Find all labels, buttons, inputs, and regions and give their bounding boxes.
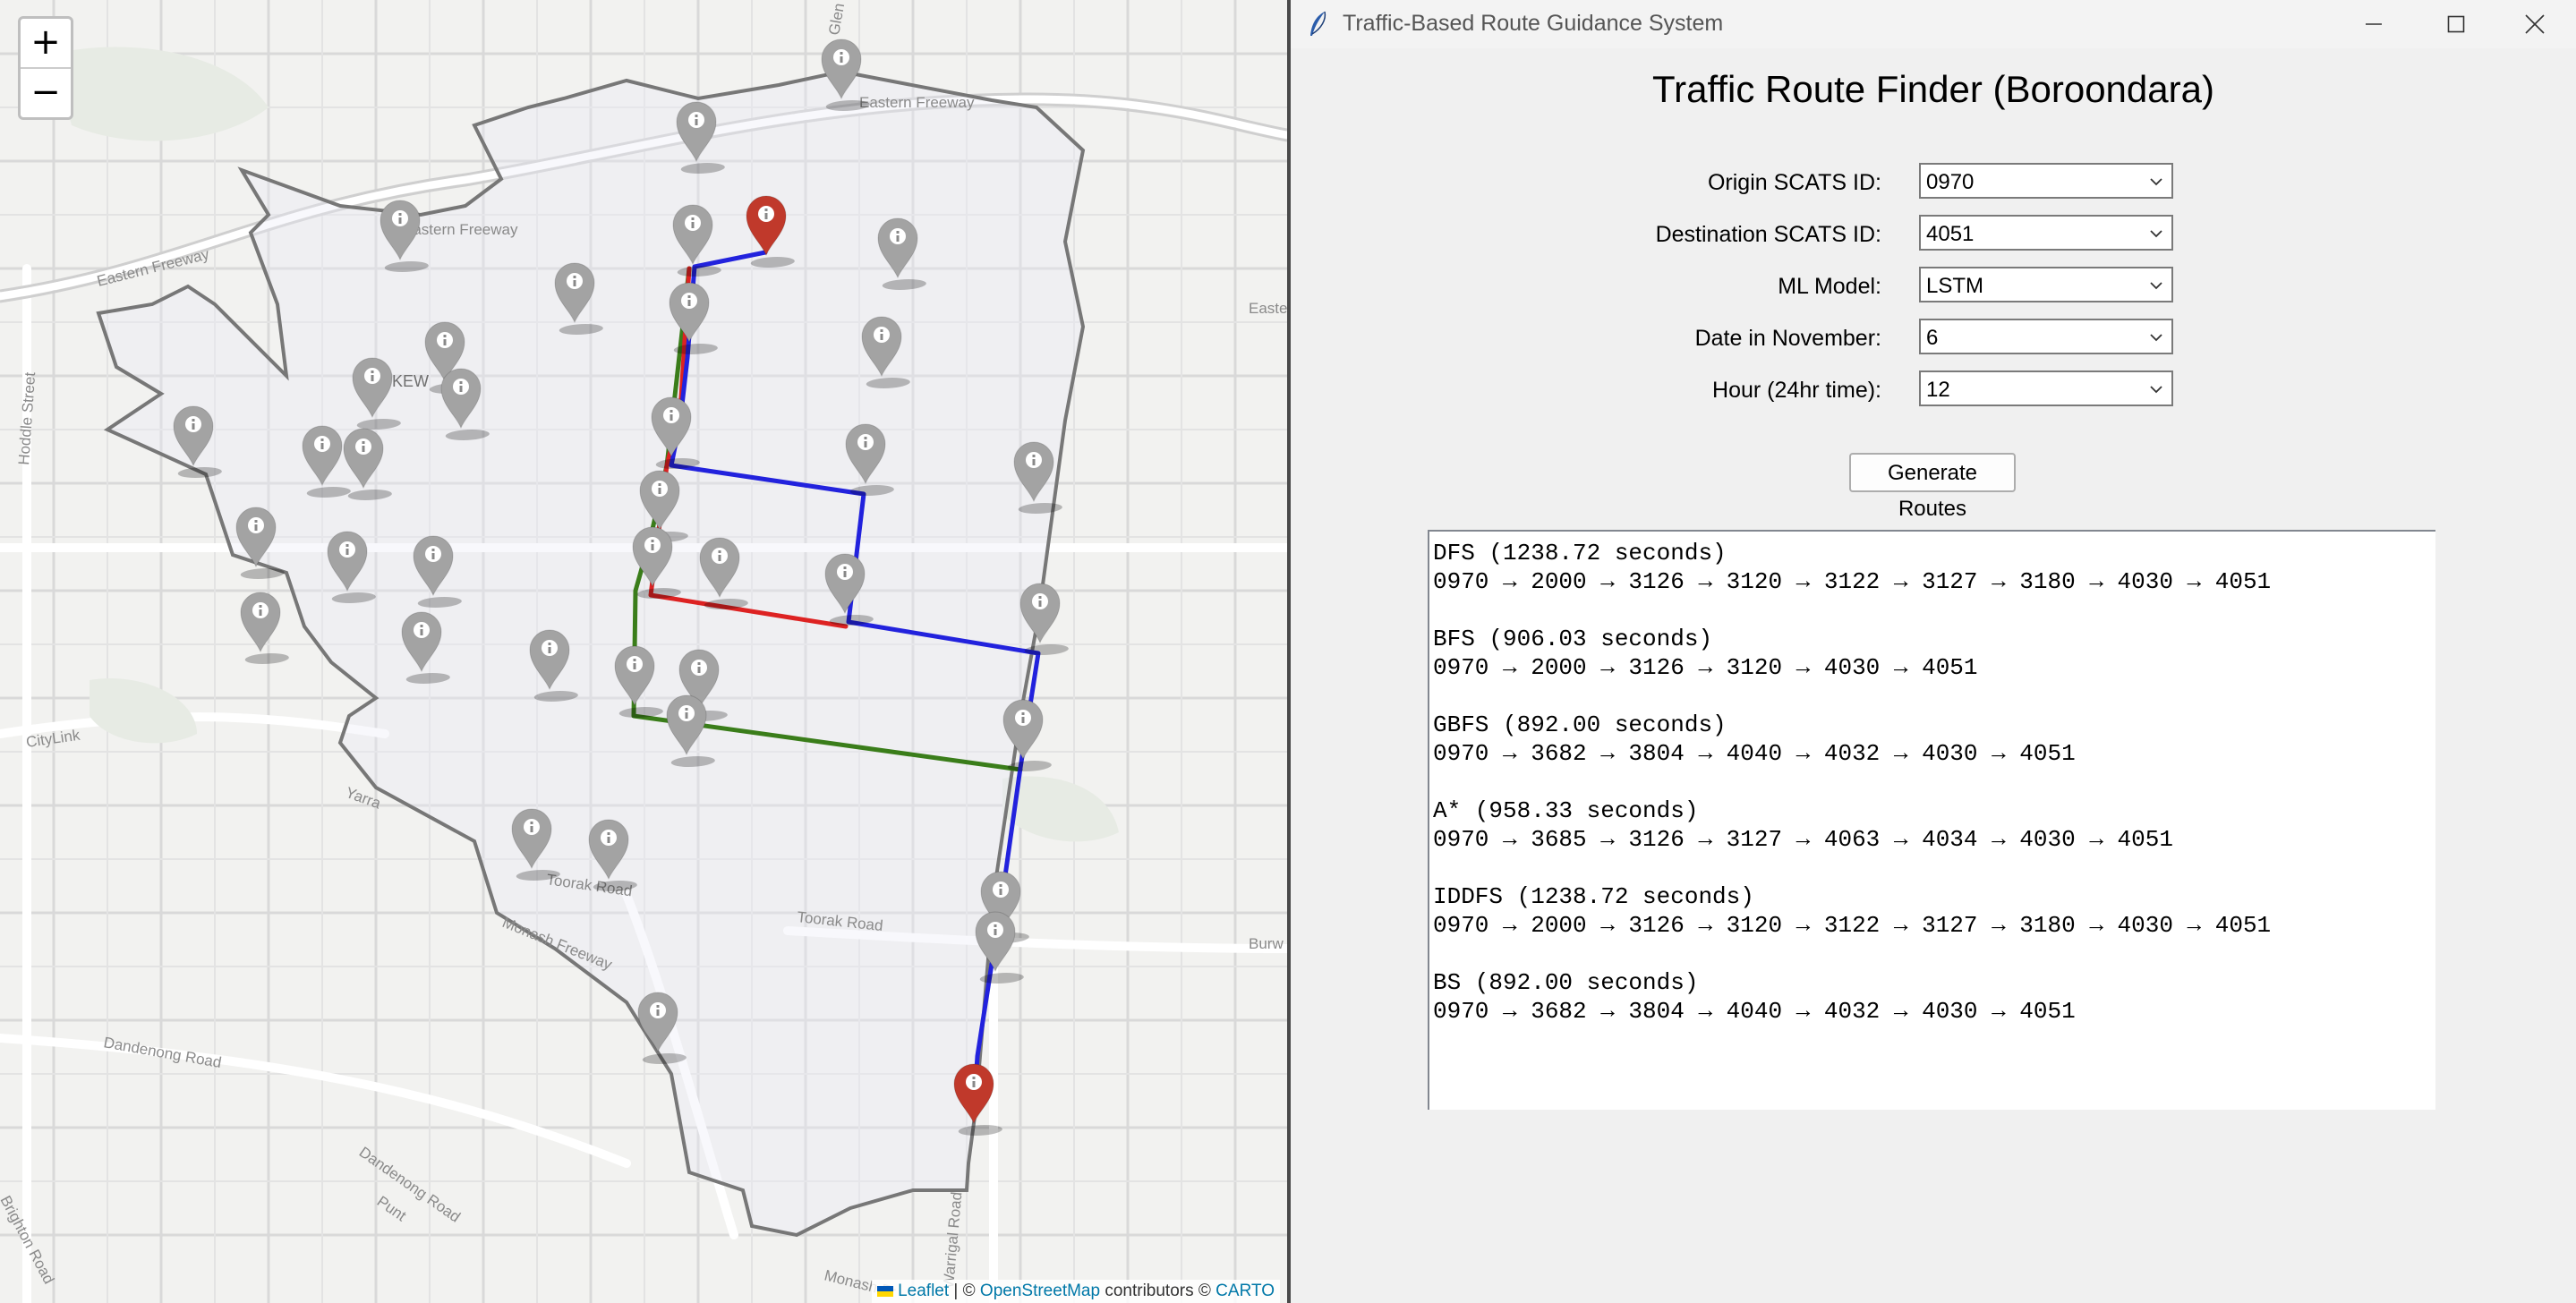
origin-row: Origin SCATS ID: 0970 (1291, 163, 2576, 202)
osm-link[interactable]: OpenStreetMap (980, 1282, 1100, 1300)
hour-label: Hour (24hr time): (1712, 378, 1881, 403)
generate-routes-button[interactable]: Generate Routes (1849, 453, 2016, 521)
result-path: 0970 → 2000 → 3126 → 3120 → 4030 → 4051 (1433, 654, 1978, 681)
close-button[interactable] (2494, 0, 2576, 48)
date-value: 6 (1926, 326, 1939, 350)
label-burwood: Burw (1249, 935, 1284, 952)
label-punt: Punt (374, 1193, 410, 1225)
zoom-out-button[interactable]: − (21, 67, 71, 117)
result-heading: IDDFS (1238.72 seconds) (1433, 883, 1754, 910)
result-block: IDDFS (1238.72 seconds) 0970 → 2000 → 312… (1433, 882, 2435, 940)
app-window: Traffic-Based Route Guidance System Traf… (1291, 0, 2576, 1303)
chevron-down-icon (2150, 178, 2162, 186)
destination-label: Destination SCATS ID: (1655, 222, 1881, 247)
result-block: BS (892.00 seconds) 0970 → 3682 → 3804 → … (1433, 968, 2435, 1026)
destination-select[interactable]: 4051 (1919, 215, 2173, 251)
chevron-down-icon (2150, 386, 2162, 394)
label-eastern-freeway-1: Eastern Freeway (403, 221, 518, 238)
carto-link[interactable]: CARTO (1215, 1282, 1275, 1300)
map-attribution: Leaflet | © OpenStreetMap contributors ©… (872, 1280, 1280, 1303)
title-bar[interactable]: Traffic-Based Route Guidance System (1291, 0, 2576, 48)
result-heading: BS (892.00 seconds) (1433, 969, 1699, 996)
feather-icon (1310, 11, 1326, 36)
result-path: 0970 → 3682 → 3804 → 4040 → 4032 → 4030 … (1433, 740, 2076, 767)
model-label: ML Model: (1778, 274, 1881, 299)
label-eastern-freeway-3: Eastern Freeway (859, 94, 975, 111)
result-block: GBFS (892.00 seconds) 0970 → 3682 → 3804 … (1433, 711, 2435, 768)
chevron-down-icon (2150, 334, 2162, 342)
maximize-icon (2447, 15, 2465, 33)
label-warrigal: Warrigal Road (940, 1191, 965, 1289)
label-glen: Glen (825, 2, 848, 37)
attribution-sep: | © (949, 1282, 980, 1300)
zoom-control: + − (18, 16, 73, 120)
minimize-icon (2366, 23, 2382, 25)
leaflet-link[interactable]: Leaflet (898, 1282, 949, 1300)
result-block: A* (958.33 seconds) 0970 → 3685 → 3126 → … (1433, 796, 2435, 854)
label-dandenong-2: Dandenong Road (356, 1144, 464, 1226)
hour-select[interactable]: 12 (1919, 370, 2173, 406)
map-pane[interactable]: Eastern Freeway Eastern Freeway Eastern … (0, 0, 1287, 1303)
model-value: LSTM (1926, 274, 1984, 298)
result-path: 0970 → 3685 → 3126 → 3127 → 4063 → 4034 … (1433, 826, 2173, 853)
label-hoddle: Hoddle Street (15, 371, 38, 465)
chevron-down-icon (2150, 282, 2162, 290)
date-row: Date in November: 6 (1291, 319, 2576, 358)
result-heading: A* (958.33 seconds) (1433, 797, 1699, 824)
model-row: ML Model: LSTM (1291, 267, 2576, 306)
model-select[interactable]: LSTM (1919, 267, 2173, 302)
date-label: Date in November: (1694, 326, 1881, 351)
hour-value: 12 (1926, 378, 1950, 402)
date-select[interactable]: 6 (1919, 319, 2173, 354)
results-textbox[interactable]: DFS (1238.72 seconds) 0970 → 2000 → 3126 … (1428, 530, 2435, 1110)
hour-row: Hour (24hr time): 12 (1291, 370, 2576, 410)
marker-icon[interactable] (240, 592, 294, 665)
result-block: DFS (1238.72 seconds) 0970 → 2000 → 3126 … (1433, 539, 2435, 596)
chevron-down-icon (2150, 230, 2162, 238)
label-kew: KEW (392, 372, 429, 390)
origin-value: 0970 (1926, 170, 1975, 194)
result-path: 0970 → 2000 → 3126 → 3120 → 3122 → 3127 … (1433, 912, 2272, 939)
attribution-contributors: contributors © (1100, 1282, 1216, 1300)
result-heading: BFS (906.03 seconds) (1433, 626, 1713, 652)
window-title: Traffic-Based Route Guidance System (1343, 11, 1724, 36)
minimize-button[interactable] (2333, 0, 2415, 48)
ukraine-flag-icon (877, 1285, 894, 1297)
map-canvas[interactable]: Eastern Freeway Eastern Freeway Eastern … (0, 0, 1287, 1303)
result-heading: DFS (1238.72 seconds) (1433, 540, 1727, 566)
label-dandenong: Dandenong Road (102, 1034, 223, 1071)
maximize-button[interactable] (2415, 0, 2497, 48)
result-path: 0970 → 2000 → 3126 → 3120 → 3122 → 3127 … (1433, 568, 2272, 595)
result-heading: GBFS (892.00 seconds) (1433, 711, 1727, 738)
origin-label: Origin SCATS ID: (1707, 170, 1881, 195)
result-path: 0970 → 3682 → 3804 → 4040 → 4032 → 4030 … (1433, 998, 2076, 1025)
close-icon (2525, 14, 2545, 34)
result-block: BFS (906.03 seconds) 0970 → 2000 → 3126 →… (1433, 625, 2435, 682)
zoom-in-button[interactable]: + (21, 19, 71, 67)
destination-row: Destination SCATS ID: 4051 (1291, 215, 2576, 254)
destination-value: 4051 (1926, 222, 1975, 246)
origin-select[interactable]: 0970 (1919, 163, 2173, 199)
page-title: Traffic Route Finder (Boroondara) (1652, 68, 2214, 110)
label-easte: Easte (1249, 300, 1287, 317)
